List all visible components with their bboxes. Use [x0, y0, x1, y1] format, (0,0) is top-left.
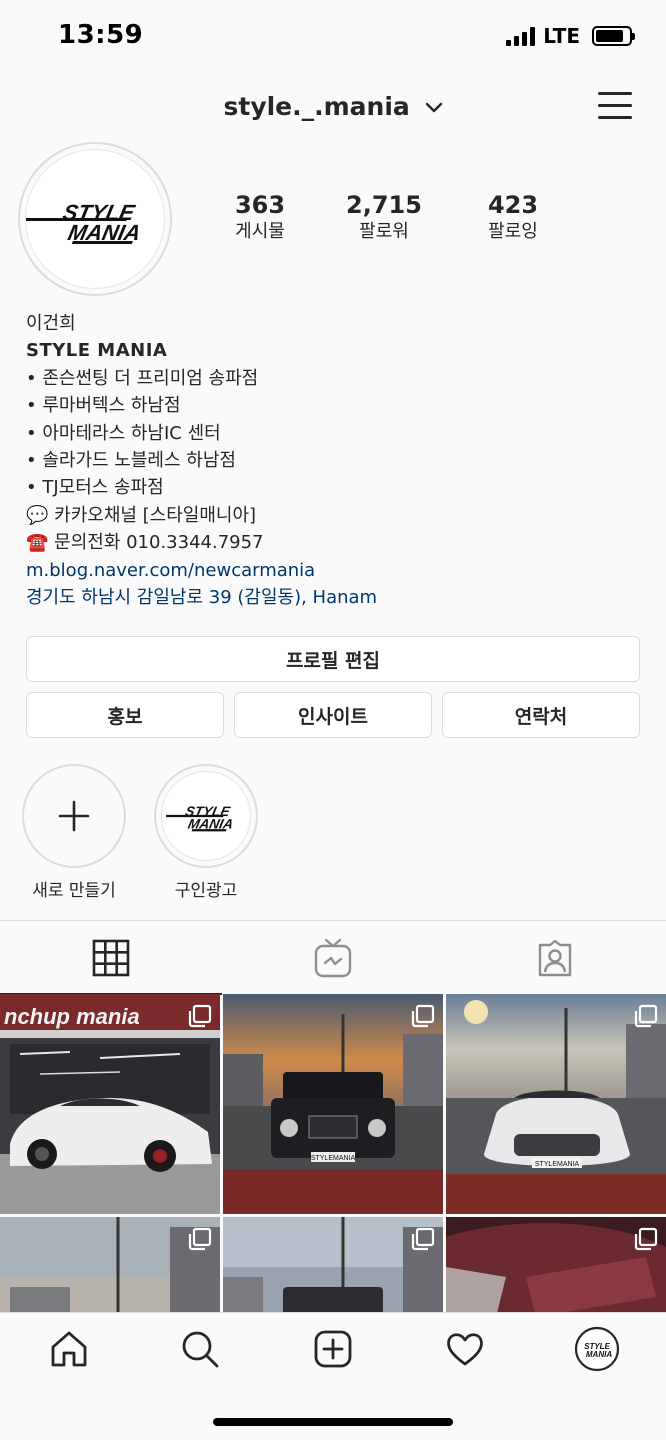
profile-tabs [0, 920, 666, 995]
nav-activity[interactable] [432, 1327, 498, 1371]
chevron-down-icon [425, 102, 442, 113]
username-title: style._.mania [223, 92, 410, 121]
post-image [0, 1217, 220, 1312]
heart-icon [447, 1333, 483, 1366]
profile-avatar-icon: STYLE MANIA [574, 1326, 620, 1372]
insights-button[interactable]: 인사이트 [234, 692, 432, 738]
multiple-photos-icon [634, 1227, 658, 1251]
bio-website-link[interactable]: m.blog.naver.com/newcarmania [26, 557, 646, 584]
home-indicator[interactable] [213, 1418, 453, 1426]
status-bar: 13:59 LTE [0, 0, 666, 74]
followers-count[interactable]: 2,715 팔로워 [314, 190, 454, 244]
highlight-new-ring [22, 764, 126, 868]
bio-line: • 아마테라스 하남IC 센터 [26, 422, 221, 444]
tab-tagged[interactable] [444, 921, 666, 995]
bio-line: • 루마버텍스 하남점 [26, 395, 181, 417]
tagged-user-icon [538, 939, 572, 977]
profile-brand: STYLE MANIA [26, 340, 168, 362]
contact-button[interactable]: 연락처 [442, 692, 640, 738]
posts-count-label: 게시물 [235, 221, 285, 242]
nav-home[interactable] [36, 1327, 102, 1371]
highlight-job-ads[interactable]: STYLE MANIA 구인광고 [154, 764, 258, 901]
posts-count[interactable]: 363 게시물 [190, 190, 330, 244]
menu-hamburger-icon[interactable] [598, 92, 632, 120]
profile-name: 이건희 [26, 313, 76, 334]
grid-icon [92, 939, 130, 977]
bio-line: • 존슨썬팅 더 프리미엄 송파점 [26, 367, 259, 389]
tab-igtv[interactable] [222, 921, 444, 995]
bio-line: • TJ모터스 송파점 [26, 477, 164, 499]
post-image: STYLEMANIA [223, 994, 443, 1214]
plate-text: STYLEMANIA [535, 1161, 580, 1168]
edit-profile-button[interactable]: 프로필 편집 [26, 636, 640, 682]
post-thumbnail[interactable] [446, 1217, 666, 1312]
status-time: 13:59 [58, 20, 144, 50]
search-icon [182, 1331, 219, 1368]
instagram-profile-screen: 13:59 LTE style._.mania STYLE MANIA 363 … [0, 0, 666, 1440]
post-thumbnail[interactable] [0, 1217, 220, 1312]
nav-profile[interactable]: STYLE MANIA [564, 1326, 630, 1372]
highlight-new-label: 새로 만들기 [32, 881, 116, 901]
profile-avatar: STYLE MANIA [8, 149, 165, 289]
igtv-icon [314, 938, 352, 978]
plate-text: STYLEMANIA [311, 1155, 356, 1162]
post-image: STYLEMANIA [446, 994, 666, 1214]
style-mania-logo: STYLE MANIA [8, 200, 143, 245]
posts-grid: nchup mania STYLEMANIA STYLEMANIA [0, 994, 666, 1312]
status-indicators: LTE [506, 24, 635, 48]
tab-grid[interactable] [0, 921, 222, 995]
profile-header: style._.mania [0, 78, 666, 136]
nav-new-post[interactable] [300, 1327, 366, 1371]
post-thumbnail[interactable]: nchup mania [0, 994, 220, 1214]
multiple-photos-icon [188, 1227, 212, 1251]
post-image [223, 1217, 443, 1312]
profile-avatar-ring[interactable]: STYLE MANIA [8, 142, 172, 296]
following-count-label: 팔로잉 [488, 221, 538, 242]
bio-location-link[interactable]: 경기도 하남시 감일남로 39 (감일동), Hanam [26, 584, 646, 611]
post-sign-text: nchup mania [4, 1004, 140, 1029]
username-switcher[interactable]: style._.mania [0, 92, 666, 121]
highlight-job-ads-ring: STYLE MANIA [154, 764, 258, 868]
home-icon [51, 1331, 87, 1367]
post-image: nchup mania [0, 994, 220, 1214]
promote-button[interactable]: 홍보 [26, 692, 224, 738]
multiple-photos-icon [411, 1227, 435, 1251]
post-thumbnail[interactable] [223, 1217, 443, 1312]
post-thumbnail[interactable]: STYLEMANIA [446, 994, 666, 1214]
style-mania-logo: STYLE MANIA [166, 803, 235, 832]
multiple-photos-icon [188, 1004, 212, 1028]
post-image [446, 1217, 666, 1312]
followers-count-value: 2,715 [346, 191, 422, 219]
followers-count-label: 팔로워 [359, 221, 409, 242]
profile-bio: 이건희 STYLE MANIA • 존슨썬팅 더 프리미엄 송파점 • 루마버텍… [26, 310, 646, 611]
bio-line: 💬 카카오채널 [스타일매니아] [26, 504, 257, 526]
network-label: LTE [543, 24, 580, 48]
following-count[interactable]: 423 팔로잉 [443, 190, 583, 244]
highlight-job-ads-label: 구인광고 [174, 881, 238, 901]
plus-icon [58, 800, 90, 832]
nav-search[interactable] [167, 1327, 233, 1371]
battery-icon [592, 26, 635, 46]
multiple-photos-icon [634, 1004, 658, 1028]
bio-line: ☎️ 문의전화 010.3344.7957 [26, 532, 264, 554]
post-thumbnail[interactable]: STYLEMANIA [223, 994, 443, 1214]
following-count-value: 423 [487, 191, 539, 219]
add-post-icon [314, 1330, 352, 1368]
svg-text:MANIA: MANIA [586, 1350, 612, 1359]
signal-icon [506, 26, 536, 46]
highlight-new[interactable]: 새로 만들기 [22, 764, 126, 901]
highlight-job-ads-cover: STYLE MANIA [161, 771, 251, 861]
multiple-photos-icon [411, 1004, 435, 1028]
bio-line: • 솔라가드 노블레스 하남점 [26, 450, 236, 472]
posts-count-value: 363 [234, 191, 286, 219]
